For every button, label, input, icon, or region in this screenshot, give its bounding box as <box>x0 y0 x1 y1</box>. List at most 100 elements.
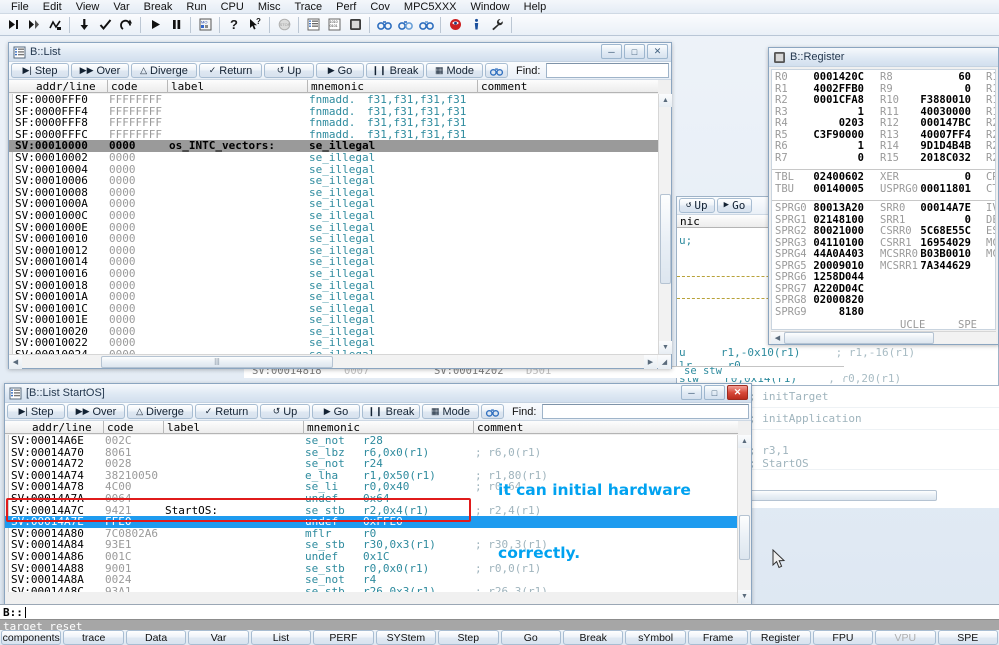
list-vscroll-up-arrow[interactable]: ▲ <box>659 94 672 107</box>
startos-return-button[interactable]: ✓ Return <box>195 404 258 419</box>
register-row[interactable]: SPRG280021000CSRR05C68E55CESR <box>772 225 995 238</box>
menu-item-var[interactable]: Var <box>106 0 136 14</box>
code-row[interactable]: SV:00014A6E 002C se_not r28 <box>5 435 738 447</box>
list-maximize-button[interactable]: □ <box>624 44 645 59</box>
function-button-perf[interactable]: PERF <box>313 630 374 645</box>
code-row[interactable]: SV:00014A7A 0064 undef 0x64 <box>5 493 738 505</box>
startos-go-button[interactable]: ▶ Go <box>312 404 360 419</box>
up-icon[interactable] <box>116 15 136 35</box>
startos-vscroll-thumb[interactable] <box>739 515 750 560</box>
code-row[interactable]: SV:00014A7E FFE0 undef 0xFFE0 <box>5 516 738 528</box>
diverge-icon[interactable] <box>45 15 65 35</box>
code-row[interactable]: SV:0001001A 0000 se_illegal <box>9 291 658 303</box>
step-over-icon[interactable] <box>24 15 44 35</box>
code-row[interactable]: SV:00014A8C 93A1 se_stb r26,0x3(r1) ; r26,3(… <box>5 586 738 592</box>
register-row[interactable]: SPRG8 02000820 <box>772 294 995 307</box>
background-hscrollbar-thumb[interactable] <box>747 490 937 501</box>
list-mixed-icon[interactable]: 1010 0101 <box>324 15 344 35</box>
startos-vscroll-down-arrow[interactable]: ▼ <box>738 590 751 603</box>
startos-up-button[interactable]: ↺ Up <box>260 404 310 419</box>
menu-item-break[interactable]: Break <box>137 0 180 14</box>
return-icon[interactable] <box>95 15 115 35</box>
info-icon[interactable] <box>466 15 486 35</box>
list-close-button[interactable]: ✕ <box>647 44 668 59</box>
list-hscroll-left-arrow[interactable]: ◀ <box>9 355 22 369</box>
list-vscroll-thumb[interactable] <box>660 194 671 284</box>
startos-over-button[interactable]: ▶▶ Over <box>67 404 125 419</box>
code-row[interactable]: SF:0000FFF0 FFFFFFFF fnmadd. f31,f31,f31,f3… <box>9 94 658 106</box>
list-source-icon[interactable] <box>303 15 323 35</box>
startos-window-titlebar[interactable]: [B::List StartOS] ─ □ ✕ <box>5 384 751 403</box>
mode-icon[interactable]: MO <box>195 15 215 35</box>
register-window-titlebar[interactable]: B::Register <box>769 48 998 67</box>
list-vertical-scrollbar[interactable]: ▲ ▼ <box>658 94 672 354</box>
menu-item-help[interactable]: Help <box>517 0 554 14</box>
find-icon-1[interactable] <box>374 15 394 35</box>
function-button-trace[interactable]: trace <box>63 630 124 645</box>
list-return-button[interactable]: ✓ Return <box>199 63 262 78</box>
register-row[interactable]: R0 0001420C R8 60 R16 <box>772 71 995 84</box>
help-icon[interactable]: ? <box>224 15 244 35</box>
register-row[interactable]: TBU00140005USPRG000011801CTR <box>772 183 995 196</box>
register-row[interactable]: TBL 02400602 XER 0 CR <box>772 171 995 184</box>
function-button-register[interactable]: Register <box>750 630 811 645</box>
startos-step-button[interactable]: ▶| Step <box>7 404 65 419</box>
register-icon[interactable] <box>345 15 365 35</box>
menu-item-view[interactable]: View <box>69 0 107 14</box>
menu-item-mpc5xxx[interactable]: MPC5XXX <box>397 0 464 14</box>
stop-icon[interactable]: STOP <box>274 15 294 35</box>
code-row[interactable]: SV:00014A86 001C undef 0x1C <box>5 551 738 563</box>
background-go-button[interactable]: ▶ Go <box>716 198 753 213</box>
list-find-input[interactable] <box>546 63 669 78</box>
startos-window[interactable]: [B::List StartOS] ─ □ ✕ ▶| Step ▶▶ Over … <box>4 383 752 605</box>
register-row[interactable]: SPRG444A0A403MCSRR0B03B0010MCA <box>772 248 995 261</box>
wrench-icon[interactable] <box>487 15 507 35</box>
function-button-go[interactable]: Go <box>500 630 561 645</box>
context-help-icon[interactable]: ? <box>245 15 265 35</box>
register-row[interactable]: R6 1 R14 9D1D4B4B R22 <box>772 140 995 153</box>
menu-item-file[interactable]: File <box>4 0 36 14</box>
function-button-var[interactable]: Var <box>188 630 249 645</box>
command-line[interactable]: B:: <box>0 604 999 619</box>
code-row[interactable]: SV:0001000C 0000 se_illegal <box>9 210 658 222</box>
startos-mode-button[interactable]: ▦ Mode <box>422 404 479 419</box>
startos-maximize-button[interactable]: □ <box>704 385 725 400</box>
startos-vertical-scrollbar[interactable]: ▲ ▼ <box>737 435 751 603</box>
break-icon[interactable] <box>166 15 186 35</box>
register-body[interactable]: R00001420CR860R16R14002FFB0R90R17R20001C… <box>771 69 996 330</box>
list-rows-area[interactable]: SF:0000FFF0 FFFFFFFF fnmadd. f31,f31,f31,f3… <box>9 94 658 356</box>
list-diverge-button[interactable]: △ Diverge <box>131 63 197 78</box>
register-row[interactable]: SPRG6 1258D044 <box>772 271 995 284</box>
background-up-button[interactable]: ↺ Up <box>679 198 715 213</box>
startos-diverge-button[interactable]: △ Diverge <box>127 404 193 419</box>
register-hscroll-thumb[interactable] <box>784 332 934 344</box>
list-over-button[interactable]: ▶▶ Over <box>71 63 129 78</box>
list-find-icon-button[interactable] <box>485 63 508 78</box>
list-go-button[interactable]: ▶ Go <box>316 63 364 78</box>
startos-find-input[interactable] <box>542 404 749 419</box>
menu-item-window[interactable]: Window <box>464 0 517 14</box>
code-row[interactable]: SV:00010016 0000 se_illegal <box>9 268 658 280</box>
register-row[interactable]: R4 0203 R12 000147BC R20 <box>772 117 995 130</box>
register-row[interactable]: SPRG080013A20SRR000014A7EIVP <box>772 202 995 215</box>
code-row[interactable]: SV:00014A8A 0024 se_not r4 <box>5 574 738 586</box>
find-icon-3[interactable] <box>416 15 436 35</box>
list-vscroll-down-arrow[interactable]: ▼ <box>659 341 672 354</box>
list-step-button[interactable]: ▶| Step <box>11 63 69 78</box>
menu-item-cpu[interactable]: CPU <box>214 0 251 14</box>
abort-icon[interactable] <box>445 15 465 35</box>
function-button-components[interactable]: components <box>1 630 62 645</box>
list-hscroll-right-arrow[interactable]: ▶ <box>644 355 657 369</box>
startos-find-icon-button[interactable] <box>481 404 504 419</box>
list-hscroll-thumb[interactable]: ||| <box>101 356 333 368</box>
register-row[interactable]: R7 0 R15 2018C032 R23 <box>772 152 995 165</box>
function-button-break[interactable]: Break <box>562 630 624 645</box>
function-button-step[interactable]: Step <box>438 630 499 645</box>
code-row[interactable]: SV:00010006 0000 se_illegal <box>9 175 658 187</box>
function-button-system[interactable]: SYStem <box>375 630 437 645</box>
menu-item-edit[interactable]: Edit <box>36 0 69 14</box>
list-resize-grip[interactable]: ◢ <box>658 355 671 369</box>
list-minimize-button[interactable]: ─ <box>601 44 622 59</box>
register-flag-row[interactable]: UCLE _ SPE _ <box>772 319 995 329</box>
menu-item-trace[interactable]: Trace <box>287 0 329 14</box>
